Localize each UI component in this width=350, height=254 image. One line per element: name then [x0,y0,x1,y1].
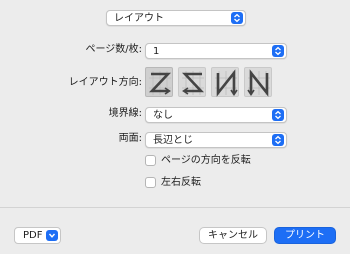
chevron-down-icon [46,230,58,241]
chevron-updown-icon [272,134,284,146]
layout-z-button[interactable] [145,67,173,97]
pdf-label: PDF [23,230,43,241]
layout-reverse-n-button[interactable] [244,67,272,97]
layout-z-icon [148,71,172,95]
chevron-updown-icon [272,109,284,121]
reverse-page-orientation-label[interactable]: ページの方向を反転 [161,154,251,167]
layout-reverse-n-icon [247,69,270,97]
print-dialog: レイアウト ページ数/枚: 1 レイアウト方向: 境界線: なし 両面: 長辺と… [0,0,350,254]
pdf-menu-button[interactable]: PDF [14,227,61,244]
border-popup[interactable]: なし [145,107,287,123]
two-sided-label: 両面: [118,133,142,144]
pages-per-sheet-value: 1 [153,46,160,57]
pages-per-sheet-label: ページ数/枚: [85,44,142,55]
border-label: 境界線: [108,108,142,119]
pages-per-sheet-popup[interactable]: 1 [145,43,287,59]
layout-reverse-z-button[interactable] [178,67,206,97]
reverse-page-orientation-checkbox[interactable] [145,155,156,166]
border-value: なし [153,110,173,121]
layout-reverse-z-icon [181,71,205,95]
chevron-updown-icon [231,12,243,24]
flip-horizontally-label[interactable]: 左右反転 [161,176,201,189]
footer-separator [0,207,350,208]
section-popup[interactable]: レイアウト [106,10,246,26]
chevron-updown-icon [272,45,284,57]
flip-horizontally-checkbox[interactable] [145,177,156,188]
section-popup-value: レイアウト [114,13,164,24]
layout-direction-label: レイアウト方向: [68,77,142,88]
layout-n-button[interactable] [211,67,239,97]
print-button[interactable]: プリント [274,227,336,244]
cancel-button[interactable]: キャンセル [199,227,267,244]
two-sided-value: 長辺とじ [153,135,193,146]
two-sided-popup[interactable]: 長辺とじ [145,132,287,148]
layout-n-icon [215,69,238,97]
